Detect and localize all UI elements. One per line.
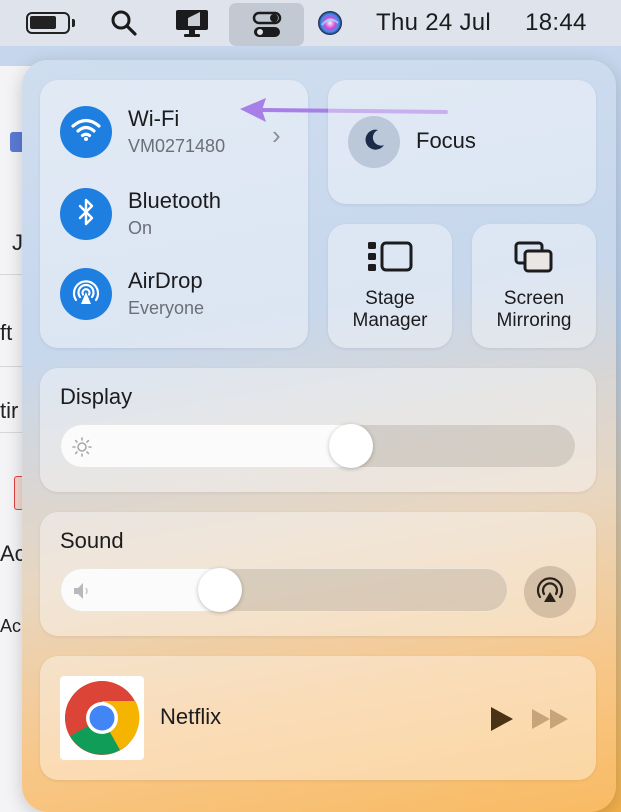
menu-bar-clock[interactable]: Thu 24 Jul 18:44 bbox=[376, 0, 587, 46]
stage-manager-label: Stage Manager bbox=[352, 288, 428, 331]
airdrop-row[interactable]: AirDrop Everyone bbox=[60, 268, 204, 320]
wifi-toggle[interactable] bbox=[60, 106, 112, 158]
focus-tile[interactable]: Focus bbox=[328, 80, 596, 204]
chrome-icon[interactable] bbox=[60, 676, 144, 760]
siri-icon[interactable] bbox=[314, 0, 346, 46]
display-icon[interactable] bbox=[170, 0, 214, 46]
display-slider-fill bbox=[61, 425, 351, 467]
stage-manager-tile[interactable]: Stage Manager bbox=[328, 224, 452, 348]
bluetooth-row[interactable]: Bluetooth On bbox=[60, 188, 221, 240]
menu-bar: Thu 24 Jul 18:44 bbox=[0, 0, 621, 46]
now-playing-tile: Netflix bbox=[40, 656, 596, 780]
screen-mirroring-label: Screen Mirroring bbox=[496, 288, 572, 331]
now-playing-title: Netflix bbox=[160, 704, 222, 729]
play-icon[interactable] bbox=[486, 704, 516, 734]
date-text: Thu 24 Jul bbox=[376, 9, 492, 36]
stage-manager-icon bbox=[328, 240, 452, 274]
wifi-network-name: VM0271480 bbox=[128, 136, 226, 156]
wifi-row[interactable]: Wi-Fi VM0271480 bbox=[60, 106, 225, 158]
airplay-audio-icon bbox=[535, 575, 565, 610]
sound-tile: Sound bbox=[40, 512, 596, 636]
airdrop-status: Everyone bbox=[128, 298, 205, 318]
sound-slider-knob[interactable] bbox=[198, 568, 242, 612]
sound-volume-slider[interactable] bbox=[60, 568, 508, 612]
bluetooth-icon bbox=[76, 198, 96, 231]
display-label: Display bbox=[60, 384, 133, 409]
sound-label: Sound bbox=[60, 528, 124, 553]
focus-button[interactable] bbox=[348, 116, 400, 168]
moon-icon bbox=[361, 127, 387, 158]
wifi-title: Wi-Fi bbox=[128, 106, 180, 131]
speaker-icon bbox=[71, 580, 95, 607]
bluetooth-title: Bluetooth bbox=[128, 188, 221, 213]
wifi-icon bbox=[71, 118, 101, 147]
focus-label: Focus bbox=[416, 128, 476, 153]
display-brightness-slider[interactable] bbox=[60, 424, 576, 468]
battery-icon[interactable] bbox=[24, 0, 76, 46]
window-text-fragment: ft bbox=[0, 320, 13, 345]
window-text-fragment: Ac bbox=[0, 616, 22, 636]
bluetooth-toggle[interactable] bbox=[60, 188, 112, 240]
screen-mirroring-icon bbox=[472, 240, 596, 276]
display-tile: Display bbox=[40, 368, 596, 492]
fast-forward-icon[interactable] bbox=[530, 706, 570, 732]
airplay-audio-button[interactable] bbox=[524, 566, 576, 618]
brightness-icon bbox=[71, 436, 93, 463]
airdrop-icon bbox=[70, 276, 102, 313]
airdrop-title: AirDrop bbox=[128, 268, 203, 293]
window-text-fragment: tir bbox=[0, 398, 19, 423]
spotlight-search-icon[interactable] bbox=[106, 0, 142, 46]
screen-mirroring-tile[interactable]: Screen Mirroring bbox=[472, 224, 596, 348]
time-text: 18:44 bbox=[525, 9, 587, 36]
bluetooth-status: On bbox=[128, 218, 153, 238]
control-center-icon[interactable] bbox=[229, 3, 304, 46]
display-slider-knob[interactable] bbox=[329, 424, 373, 468]
airdrop-toggle[interactable] bbox=[60, 268, 112, 320]
